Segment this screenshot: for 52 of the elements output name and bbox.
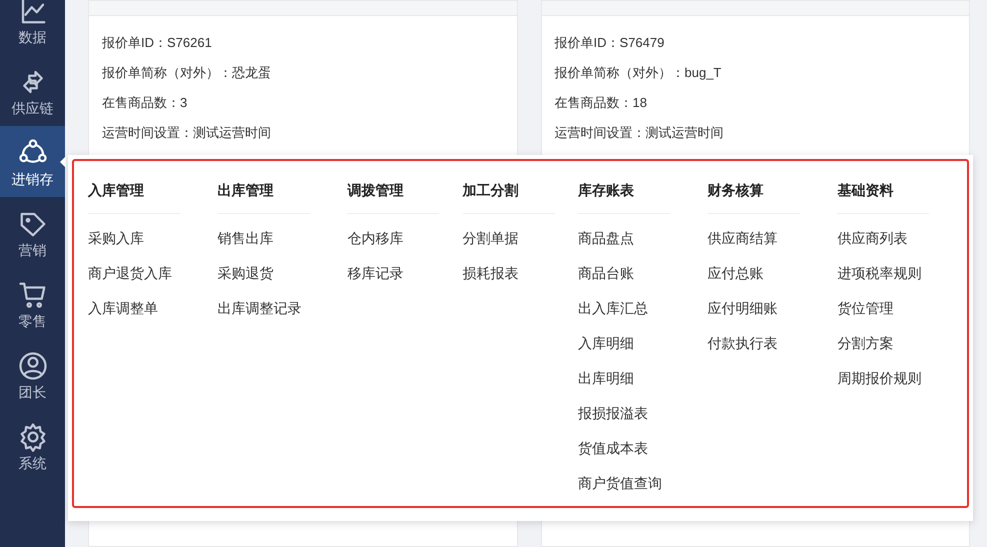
card-text: 在售商品数：3 — [102, 94, 188, 112]
menu-item[interactable]: 供应商列表 — [837, 228, 908, 248]
menu-column-title: 加工分割 — [462, 182, 519, 198]
card-text: 在售商品数：18 — [554, 94, 648, 112]
menu-item[interactable]: 商品台账 — [578, 263, 634, 283]
menu-item[interactable]: 应付总账 — [708, 263, 764, 283]
sidebar-item[interactable]: 系统 — [0, 410, 65, 481]
menu-column-title: 出库管理 — [218, 182, 274, 198]
sidebar-item[interactable]: 数据 — [0, 0, 65, 55]
menu-item[interactable]: 采购退货 — [218, 263, 274, 283]
cart-icon — [18, 280, 48, 310]
menu-item[interactable]: 出库调整记录 — [218, 298, 302, 318]
menu-item[interactable]: 周期报价规则 — [837, 368, 922, 388]
menu-item[interactable]: 移库记录 — [347, 263, 404, 283]
menu-item[interactable]: 报损报溢表 — [578, 403, 648, 423]
menu-item[interactable]: 销售出库 — [218, 228, 274, 248]
card-text: 报价单简称（对外）：恐龙蛋 — [102, 64, 272, 82]
menu-item[interactable]: 商品盘点 — [578, 228, 634, 248]
menu-item[interactable]: 损耗报表 — [462, 263, 519, 283]
menu-item[interactable]: 出库明细 — [578, 368, 634, 388]
menu-item[interactable]: 采购入库 — [88, 228, 144, 248]
menu-item[interactable]: 付款执行表 — [708, 333, 778, 353]
menu-column-title: 入库管理 — [88, 182, 144, 198]
card-text: 报价单简称（对外）：bug_T — [554, 64, 722, 82]
menu-item[interactable]: 分割单据 — [462, 228, 519, 248]
menu-item[interactable]: 货位管理 — [837, 298, 894, 318]
menu-item[interactable]: 商户货值查询 — [578, 473, 662, 493]
card-text: 报价单ID：S76479 — [554, 34, 666, 52]
sidebar-item[interactable]: 进销存 — [0, 126, 65, 197]
menu-column-title: 基础资料 — [837, 182, 894, 198]
sidebar-item[interactable]: 团长 — [0, 339, 65, 410]
menu-item[interactable]: 入库调整单 — [88, 298, 158, 318]
settings-icon — [18, 422, 48, 452]
user-icon — [18, 350, 48, 380]
card-text: 运营时间设置：测试运营时间 — [554, 124, 724, 142]
menu-item[interactable]: 货值成本表 — [578, 438, 648, 458]
menu-item[interactable]: 供应商结算 — [708, 228, 778, 248]
menu-item[interactable]: 商户退货入库 — [88, 263, 172, 283]
menu-item[interactable]: 应付明细账 — [708, 298, 778, 318]
menu-item[interactable]: 分割方案 — [837, 333, 894, 353]
menu-column-title: 库存账表 — [578, 182, 634, 198]
menu-item[interactable]: 仓内移库 — [347, 228, 404, 248]
menu-item[interactable]: 出入库汇总 — [578, 298, 648, 318]
menu-column-title: 财务核算 — [708, 182, 764, 198]
menu-item[interactable]: 进项税率规则 — [837, 263, 922, 283]
card-text: 报价单ID：S76261 — [102, 34, 213, 52]
menu-item[interactable]: 入库明细 — [578, 333, 634, 353]
menu-column-title: 调拨管理 — [347, 182, 404, 198]
card-text: 运营时间设置：测试运营时间 — [102, 124, 272, 142]
sidebar-item[interactable]: 零售 — [0, 268, 65, 339]
sidebar-item[interactable]: 供应链 — [0, 55, 65, 126]
sidebar-item[interactable]: 营销 — [0, 197, 65, 268]
